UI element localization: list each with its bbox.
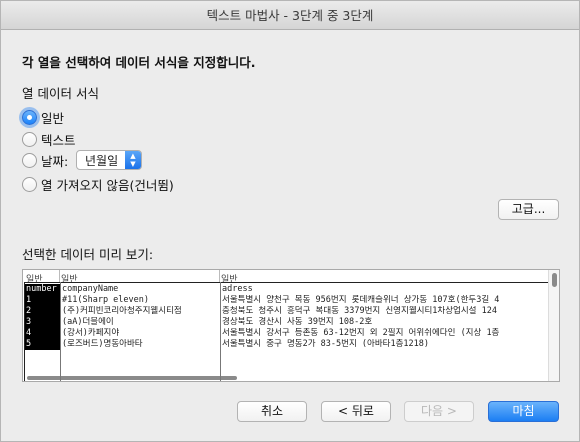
preview-grid: number companyName adress 1 #11(Sharp el… (24, 282, 549, 381)
cell: companyName (62, 284, 119, 294)
column-format-label: 열 데이터 서식 (22, 86, 99, 101)
column-separator (219, 270, 220, 282)
window-title: 텍스트 마법사 - 3단계 중 3단계 (1, 1, 579, 30)
step-instruction: 각 열을 선택하여 데이터 서식을 지정합니다. (22, 55, 256, 70)
cell: 1 (25, 295, 60, 306)
next-button[interactable]: 다음 > (404, 401, 474, 422)
cell: (강서)카페지야 (62, 328, 120, 338)
cancel-button[interactable]: 취소 (237, 401, 307, 422)
column-divider (60, 282, 61, 381)
radio-date[interactable] (22, 152, 37, 168)
cell: (aA)더블에이 (62, 317, 114, 327)
table-row: number companyName adress (25, 284, 550, 295)
column-divider (220, 282, 221, 381)
radio-general-row[interactable]: 일반 (22, 108, 64, 126)
cell: 서울특별시 양천구 목동 956번지 롯데캐슬위너 상가동 107호(한두3길 … (222, 295, 500, 305)
cell: (주)커피빈코리아청주지웰시티점 (62, 306, 182, 316)
radio-date-label: 날짜: (41, 153, 69, 169)
cell: 3 (25, 317, 60, 328)
preview-label: 선택한 데이터 미리 보기: (22, 247, 154, 262)
radio-skip-row[interactable]: 열 가져오지 않음(건너뜀) (22, 175, 174, 193)
horizontal-scroll-thumb[interactable] (27, 376, 237, 380)
table-row: 3 (aA)더블에이 경상북도 경산시 사동 39번지 108-2호 (25, 317, 550, 328)
table-row: 2 (주)커피빈코리아청주지웰시티점 충청북도 청주시 흥덕구 복대동 3379… (25, 306, 550, 317)
radio-date-row[interactable]: 날짜: (22, 151, 68, 169)
cell: 4 (25, 328, 60, 339)
chevron-updown-icon: ▲ ▼ (125, 151, 141, 169)
table-row: 1 #11(Sharp eleven) 서울특별시 양천구 목동 956번지 롯… (25, 295, 550, 306)
radio-general[interactable] (22, 109, 37, 125)
radio-text[interactable] (22, 131, 37, 147)
vertical-scrollbar[interactable] (548, 270, 559, 381)
vertical-scroll-thumb[interactable] (552, 273, 557, 287)
cell: #11(Sharp eleven) (62, 295, 149, 305)
cell: (로즈버드)명동아바타 (62, 339, 143, 349)
radio-general-label: 일반 (41, 110, 65, 126)
date-format-select[interactable]: 년월일 ▲ ▼ (76, 150, 142, 170)
table-row: 4 (강서)카페지야 서울특별시 강서구 등촌동 63-12번지 외 2필지 어… (25, 328, 550, 339)
advanced-button[interactable]: 고급... (498, 199, 559, 220)
cell: number (25, 284, 60, 295)
cell: 서울특별시 강서구 등촌동 63-12번지 외 2필지 어위쉬에다인 (지상 1… (222, 328, 500, 338)
data-preview[interactable]: 일반 일반 일반 number companyName adress 1 #11… (22, 269, 560, 382)
column-separator (59, 270, 60, 282)
cell: adress (222, 284, 253, 294)
cell: 충청북도 청주시 흥덕구 복대동 3379번지 신영지웰시티1차상업시설 124 (222, 306, 497, 316)
text-wizard-dialog: 텍스트 마법사 - 3단계 중 3단계 각 열을 선택하여 데이터 서식을 지정… (0, 0, 580, 442)
radio-text-label: 텍스트 (41, 132, 76, 148)
radio-skip[interactable] (22, 176, 37, 192)
cell: 5 (25, 339, 60, 350)
back-button[interactable]: < 뒤로 (321, 401, 391, 422)
radio-text-row[interactable]: 텍스트 (22, 130, 76, 148)
finish-button[interactable]: 마침 (488, 401, 559, 422)
cell: 경상북도 경산시 사동 39번지 108-2호 (222, 317, 373, 327)
radio-skip-label: 열 가져오지 않음(건너뜀) (41, 177, 174, 193)
date-format-value: 년월일 (85, 153, 119, 168)
cell: 서울특별시 중구 명동2가 83-5번지 (아바타1층1218) (222, 339, 430, 349)
table-row: 5 (로즈버드)명동아바타 서울특별시 중구 명동2가 83-5번지 (아바타1… (25, 339, 550, 350)
cell: 2 (25, 306, 60, 317)
